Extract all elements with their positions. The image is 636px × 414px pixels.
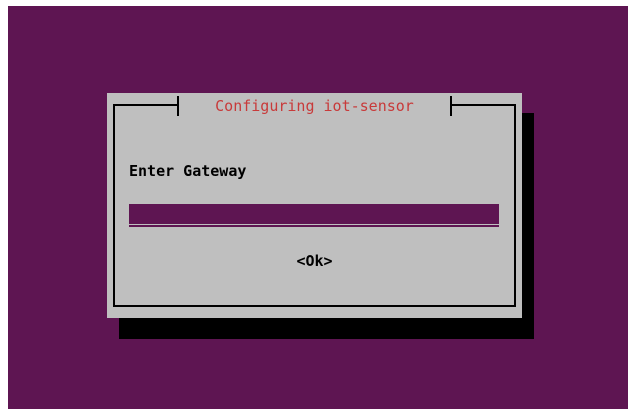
frame-top-left-line [113,104,179,106]
frame-top-right-tick [450,96,452,116]
gateway-prompt-label: Enter Gateway [129,162,247,180]
ok-button[interactable]: <Ok> [267,250,362,272]
config-dialog: Configuring iot-sensor Enter Gateway <Ok… [107,93,522,318]
gateway-input-underline [129,225,499,227]
gateway-input[interactable] [129,204,499,224]
dialog-title: Configuring iot-sensor [215,97,414,115]
frame-top-right-line [450,104,516,106]
